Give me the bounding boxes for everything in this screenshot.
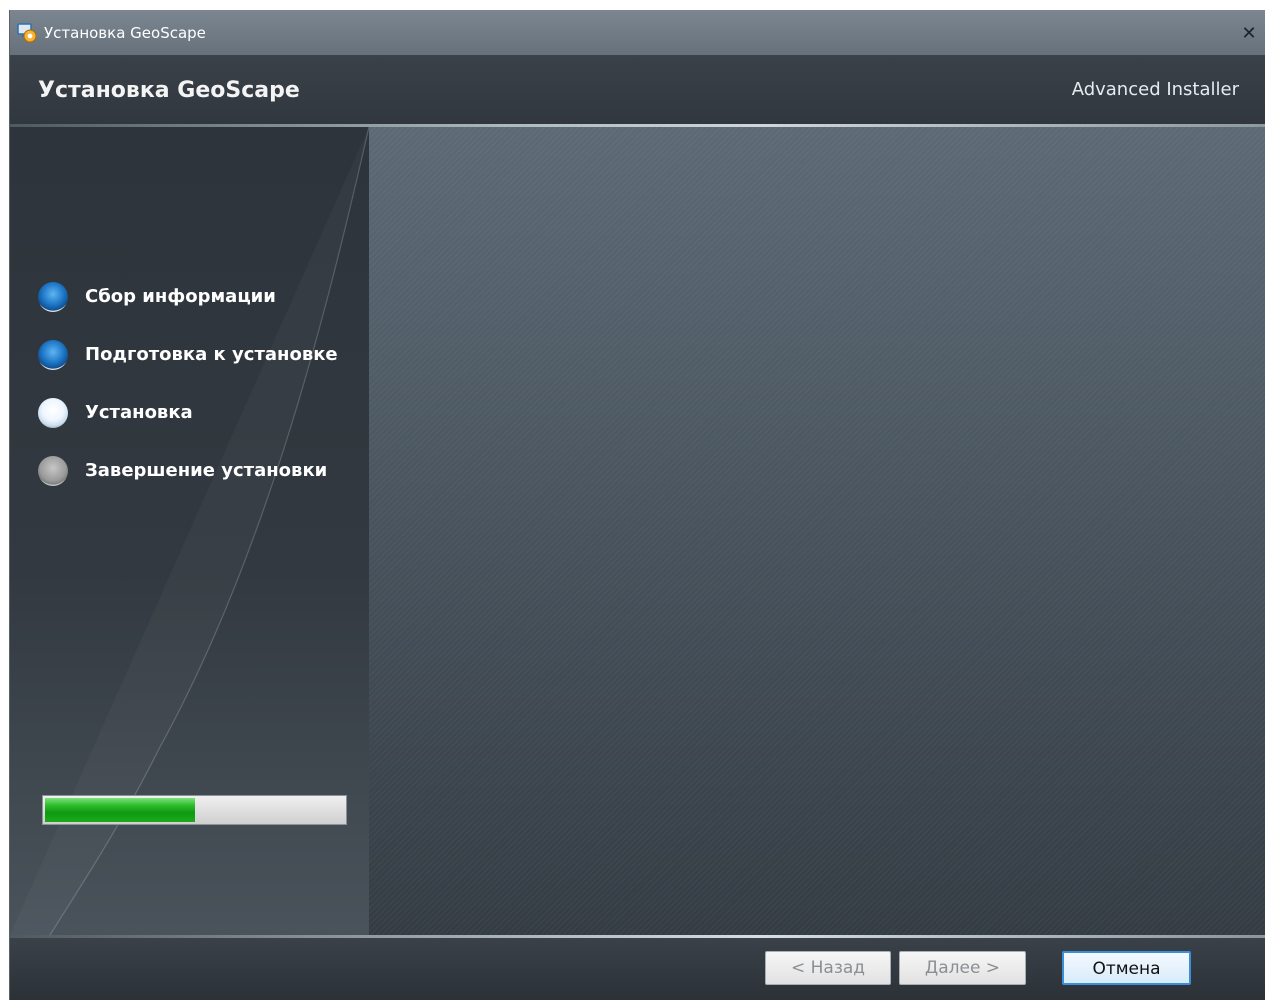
title-bar[interactable]: Установка GeoScape ✕ bbox=[10, 10, 1265, 56]
progress-fill bbox=[45, 798, 195, 822]
step-label: Сбор информации bbox=[85, 286, 276, 307]
brand-label: Advanced Installer bbox=[1071, 79, 1239, 100]
back-button[interactable]: < Назад bbox=[765, 951, 891, 985]
step-done-icon bbox=[38, 282, 68, 312]
steps-sidebar: Сбор информации Подготовка к установке У… bbox=[10, 127, 369, 935]
step-label: Установка bbox=[85, 402, 193, 423]
step-label: Подготовка к установке bbox=[85, 344, 338, 365]
content-panel bbox=[369, 127, 1265, 935]
step-label: Завершение установки bbox=[85, 460, 328, 481]
step-done-icon bbox=[38, 340, 68, 370]
window-title: Установка GeoScape bbox=[44, 24, 206, 42]
next-button[interactable]: Далее > bbox=[899, 951, 1026, 985]
installer-app-icon bbox=[17, 23, 37, 43]
installer-header: Установка GeoScape Advanced Installer bbox=[10, 56, 1265, 126]
step-current-icon bbox=[38, 398, 68, 428]
progress-track bbox=[45, 798, 344, 822]
step-pending-icon bbox=[38, 456, 68, 486]
progress-bar bbox=[42, 795, 347, 825]
button-bar: < Назад Далее > Отмена bbox=[10, 938, 1265, 1000]
cancel-button[interactable]: Отмена bbox=[1062, 951, 1191, 985]
page-title: Установка GeoScape bbox=[38, 78, 300, 103]
close-icon[interactable]: ✕ bbox=[1238, 23, 1260, 45]
installer-window: Установка GeoScape ✕ Установка GeoScape … bbox=[9, 10, 1265, 1000]
